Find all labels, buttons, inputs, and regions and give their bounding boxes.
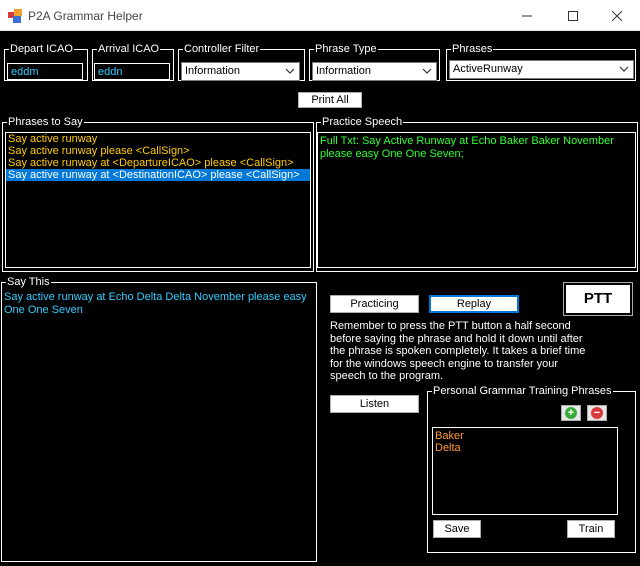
client-area: Depart ICAO eddm Arrival ICAO eddn Contr… — [0, 31, 640, 566]
print-all-button[interactable]: Print All — [298, 92, 362, 108]
depart-icao-label: Depart ICAO — [10, 43, 73, 55]
chevron-down-icon — [285, 68, 295, 74]
maximize-button[interactable] — [550, 0, 596, 31]
listen-button[interactable]: Listen — [330, 395, 419, 413]
maximize-icon — [568, 10, 578, 21]
remove-phrase-button[interactable]: − — [587, 405, 607, 421]
chevron-down-icon — [422, 68, 432, 74]
list-item[interactable]: Delta — [433, 442, 617, 454]
phrase-type-value: Information — [316, 65, 372, 77]
practice-speech-label: Practice Speech — [322, 116, 403, 128]
arrival-icao-field[interactable]: eddn — [94, 63, 170, 80]
controller-filter-select[interactable]: Information — [181, 62, 300, 81]
personal-grammar-label: Personal Grammar Training Phrases — [433, 385, 612, 397]
add-icon: + — [565, 407, 577, 419]
controller-filter-value: Information — [185, 65, 241, 77]
arrival-icao-label: Arrival ICAO — [98, 43, 160, 55]
phrases-to-say-list[interactable]: Say active runway Say active runway plea… — [5, 132, 311, 268]
phrases-select[interactable]: ActiveRunway — [449, 60, 634, 79]
window-title: P2A Grammar Helper — [28, 9, 143, 23]
phrases-to-say-label: Phrases to Say — [8, 116, 83, 128]
list-item[interactable]: Say active runway please <CallSign> — [6, 145, 310, 157]
train-button[interactable]: Train — [567, 520, 615, 538]
practicing-button[interactable]: Practicing — [330, 295, 419, 313]
remove-icon: − — [591, 407, 603, 419]
minimize-icon — [522, 15, 532, 16]
phrases-label: Phrases — [452, 43, 493, 55]
title-bar: P2A Grammar Helper — [0, 0, 640, 31]
phrase-type-select[interactable]: Information — [312, 62, 437, 81]
list-item[interactable]: Baker — [433, 430, 617, 442]
depart-icao-field[interactable]: eddm — [7, 63, 83, 80]
close-icon — [612, 10, 622, 21]
instructions-text: Remember to press the PTT button a half … — [330, 320, 586, 382]
say-this-label: Say This — [7, 276, 50, 288]
controller-filter-label: Controller Filter — [184, 43, 260, 55]
phrases-value: ActiveRunway — [453, 63, 523, 75]
minimize-button[interactable] — [504, 0, 550, 31]
add-phrase-button[interactable]: + — [561, 405, 581, 421]
app-icon — [8, 9, 22, 23]
list-item[interactable]: Say active runway — [6, 133, 310, 145]
list-item[interactable]: Say active runway at <DepartureICAO> ple… — [6, 157, 310, 169]
ptt-button[interactable]: PTT — [563, 282, 633, 316]
personal-grammar-list[interactable]: Baker Delta — [432, 427, 618, 515]
chevron-down-icon — [619, 66, 629, 72]
list-item-selected[interactable]: Say active runway at <DestinationICAO> p… — [6, 169, 310, 181]
replay-button[interactable]: Replay — [429, 295, 519, 313]
practice-speech-text[interactable]: Full Txt: Say Active Runway at Echo Bake… — [317, 132, 636, 268]
phrase-type-label: Phrase Type — [315, 43, 377, 55]
close-button[interactable] — [594, 0, 640, 31]
save-button[interactable]: Save — [433, 520, 481, 538]
say-this-text[interactable]: Say active runway at Echo Delta Delta No… — [2, 288, 315, 560]
